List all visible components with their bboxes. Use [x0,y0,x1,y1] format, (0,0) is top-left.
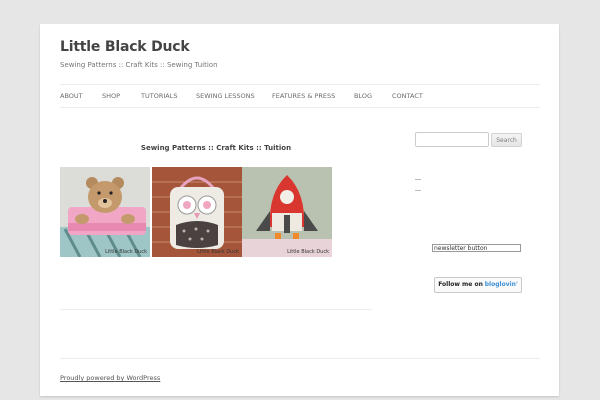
owl-bag-image [152,167,242,257]
gallery-image-owl-bag[interactable]: Little Black Duck [152,167,242,257]
main-navigation: ABOUT SHOP TUTORIALS SEWING LESSONS FEAT… [60,84,540,108]
search-button[interactable]: Search [491,133,522,147]
nav-item-tutorials[interactable]: TUTORIALS [141,92,177,100]
bloglovin-follow-button[interactable]: Follow me on bloglovin' [434,277,522,293]
watermark: Little Black Duck [105,249,147,255]
gallery-image-teddy-bear[interactable]: Little Black Duck [60,167,150,257]
rocket-image [242,167,332,257]
nav-item-blog[interactable]: BLOG [354,92,372,100]
nav-item-shop[interactable]: SHOP [102,92,120,100]
widget-divider [415,179,421,180]
bloglovin-follow-text: Follow me on [438,281,483,288]
gallery-image-rocket[interactable]: Little Black Duck [242,167,332,257]
site-title[interactable]: Little Black Duck [60,39,190,55]
search-input[interactable] [415,132,489,147]
nav-item-features-press[interactable]: FEATURES & PRESS [272,92,335,100]
teddy-bear-image [60,167,150,257]
watermark: Little Black Duck [197,249,239,255]
site-description: Sewing Patterns :: Craft Kits :: Sewing … [60,61,218,69]
page-container: Little Black Duck Sewing Patterns :: Cra… [40,24,559,396]
nav-item-about[interactable]: ABOUT [60,92,83,100]
entry-title: Sewing Patterns :: Craft Kits :: Tuition [140,144,292,152]
watermark: Little Black Duck [287,249,329,255]
widget-divider [415,190,421,191]
bloglovin-logo-text: bloglovin' [484,281,518,288]
footer-credit-link[interactable]: Proudly powered by WordPress [60,374,160,382]
footer-divider [60,358,540,359]
image-gallery: Little Black Duck Little Black Duck Litt… [60,167,332,257]
newsletter-button[interactable]: newsletter button [432,244,521,252]
nav-item-contact[interactable]: CONTACT [392,92,423,100]
nav-item-sewing-lessons[interactable]: SEWING LESSONS [196,92,255,100]
content-divider [60,309,372,310]
